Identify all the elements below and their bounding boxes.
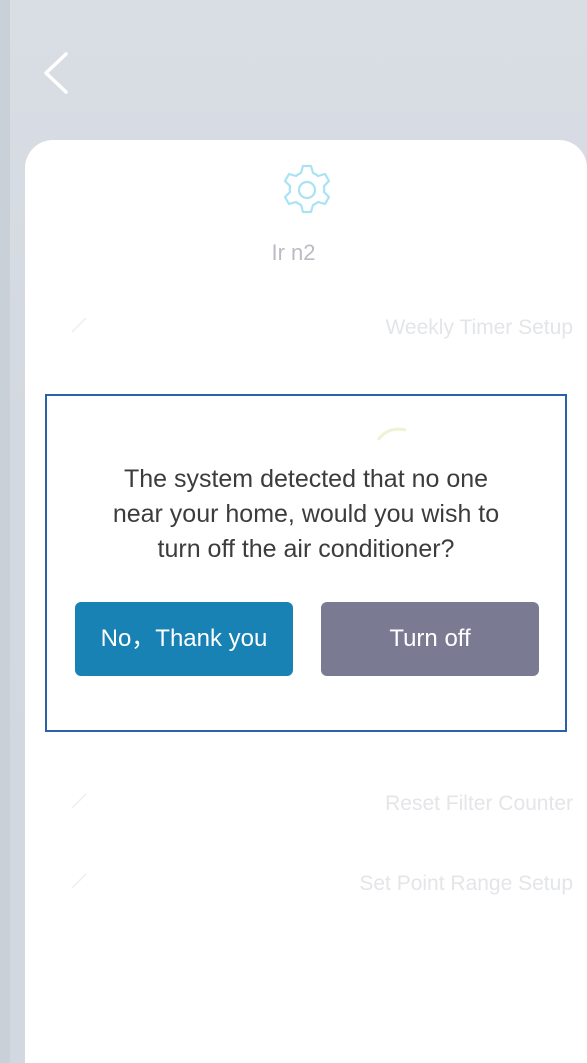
no-thank-you-button[interactable]: No，Thank you [75,602,293,676]
dialog-message-line: The system detected that no one [123,465,489,493]
dialog-message-line: turn off the air conditioner? [157,535,455,563]
dialog-message-line: near your home, would you wish to [112,500,500,528]
fan-icon [376,427,407,441]
turn-off-button[interactable]: Turn off [321,602,539,676]
chevron-left-icon [44,52,68,94]
away-dialog: The system detected that no one near you… [45,394,567,732]
left-edge [0,0,10,1063]
dialog-message: The system detected that no one near you… [67,462,545,567]
back-button[interactable] [38,48,78,98]
